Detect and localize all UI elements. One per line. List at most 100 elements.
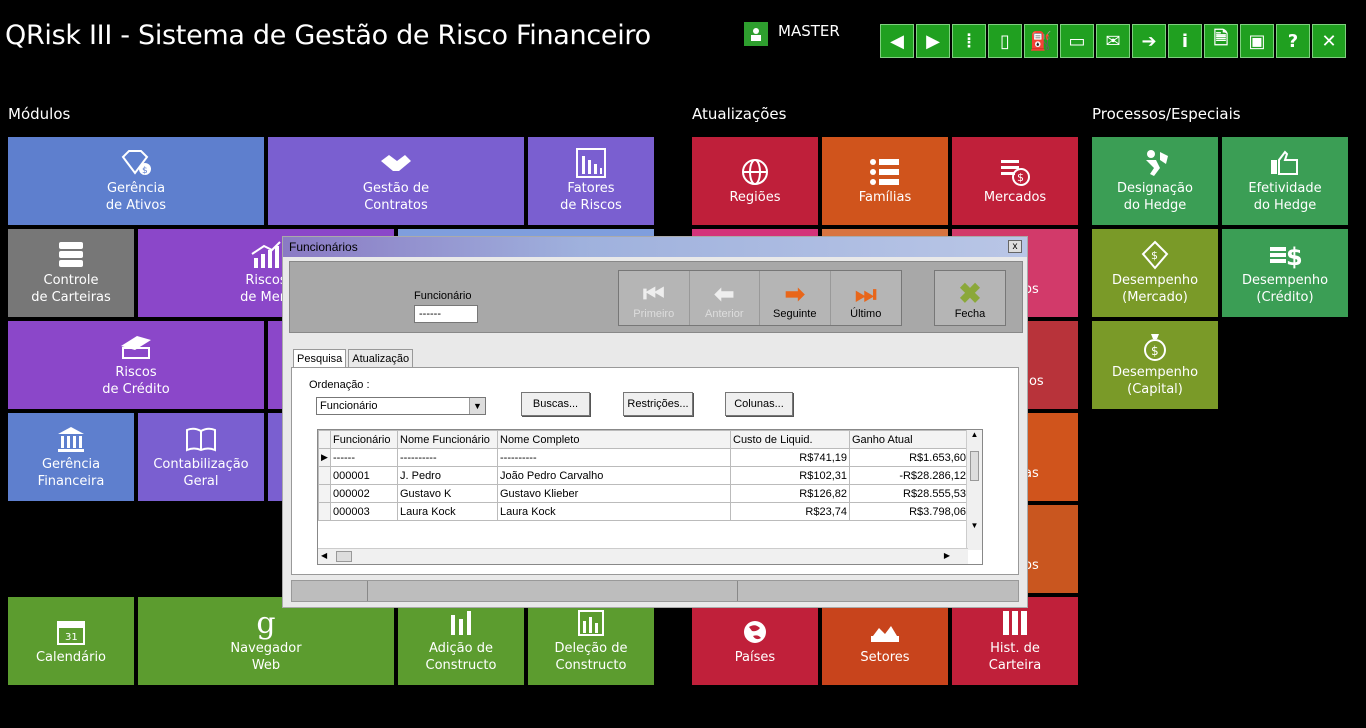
toolbar-button-help[interactable]: ? bbox=[1276, 24, 1310, 58]
first-button[interactable]: ⏮ Primeiro bbox=[619, 271, 690, 325]
tile-navegador-web[interactable]: g Navegador Web bbox=[138, 597, 394, 685]
next-button[interactable]: ➡ Seguinte bbox=[760, 271, 831, 325]
funcionario-field[interactable]: ------ bbox=[414, 305, 478, 323]
tile-mercados[interactable]: $ Mercados bbox=[952, 137, 1078, 225]
tile-label: Desempenho bbox=[1111, 365, 1199, 380]
table-cell[interactable]: João Pedro Carvalho bbox=[497, 466, 731, 485]
last-button[interactable]: ⏭ Último bbox=[831, 271, 902, 325]
toolbar-button-mail-forward[interactable]: ➔ bbox=[1132, 24, 1166, 58]
table-cell[interactable]: Gustavo K bbox=[397, 484, 498, 503]
dialog-close-button[interactable]: x bbox=[1008, 240, 1022, 253]
tile-designacao-hedge[interactable]: Designação do Hedge bbox=[1092, 137, 1218, 225]
row-selector[interactable] bbox=[318, 502, 331, 521]
horizontal-scrollbar[interactable]: ◀ ▶ bbox=[318, 548, 968, 564]
tab-pesquisa[interactable]: Pesquisa bbox=[293, 349, 347, 368]
table-cell[interactable]: Gustavo Klieber bbox=[497, 484, 731, 503]
tile-desempenho-credito[interactable]: $ Desempenho (Crédito) bbox=[1222, 229, 1348, 317]
tile-contabilizacao[interactable]: Contabilização Geral bbox=[138, 413, 264, 501]
toolbar-button-traffic-light[interactable]: ⦙ bbox=[952, 24, 986, 58]
tile-paises[interactable]: Países bbox=[692, 597, 818, 685]
table-row[interactable]: ▶ ------ ---------- ---------- R$741,19 R$1.6… bbox=[318, 448, 969, 467]
tile-fatores-riscos[interactable]: Fatores de Riscos bbox=[528, 137, 654, 225]
table-cell[interactable]: R$126,82 bbox=[730, 484, 850, 503]
table-cell[interactable]: 000003 bbox=[330, 502, 398, 521]
tile-desempenho-mercado[interactable]: $ Desempenho (Mercado) bbox=[1092, 229, 1218, 317]
col-ganho-atual[interactable]: Ganho Atual bbox=[849, 430, 969, 449]
tile-label: Gestão de bbox=[362, 181, 430, 196]
table-cell[interactable]: Laura Kock bbox=[497, 502, 731, 521]
tile-efetividade-hedge[interactable]: Efetividade do Hedge bbox=[1222, 137, 1348, 225]
toolbar-button-close[interactable]: ✕ bbox=[1312, 24, 1346, 58]
tile-gerencia-financeira[interactable]: Gerência Financeira bbox=[8, 413, 134, 501]
previous-button[interactable]: ⬅ Anterior bbox=[690, 271, 760, 325]
table-cell[interactable]: R$23,74 bbox=[730, 502, 850, 521]
toolbar-button-calculator[interactable]: ▣ bbox=[1240, 24, 1274, 58]
dialog-tabs: Pesquisa Atualização bbox=[293, 349, 415, 368]
colunas-button[interactable]: Colunas... bbox=[725, 392, 793, 416]
col-custo-liquid[interactable]: Custo de Liquid. bbox=[730, 430, 850, 449]
table-cell[interactable]: R$28.555,53 bbox=[849, 484, 969, 503]
col-nome-funcionario[interactable]: Nome Funcionário bbox=[397, 430, 498, 449]
main-toolbar: ◀ ▶ ⦙ ▯ ⛽ ▭ ✉ ➔ i 🗎 ▣? ✕ bbox=[880, 24, 1346, 58]
first-record-icon: ⏮ bbox=[642, 281, 665, 308]
tile-label: Países bbox=[734, 649, 776, 665]
toolbar-button-traffic-light-outline[interactable]: ▯ bbox=[988, 24, 1022, 58]
tile-riscos-credito[interactable]: Riscos de Crédito bbox=[8, 321, 264, 409]
table-cell[interactable]: ---------- bbox=[497, 448, 731, 467]
toolbar-button-document-settings[interactable]: 🗎 bbox=[1204, 24, 1238, 58]
table-cell[interactable]: ------ bbox=[330, 448, 398, 467]
list-icon bbox=[869, 157, 901, 187]
fecha-button[interactable]: ✖ Fecha bbox=[934, 270, 1006, 326]
tab-atualizacao[interactable]: Atualização bbox=[348, 349, 414, 368]
tile-adicao-constructo[interactable]: Adição de Constructo bbox=[398, 597, 524, 685]
row-selector[interactable] bbox=[318, 484, 331, 503]
tile-delecao-constructo[interactable]: Deleção de Constructo bbox=[528, 597, 654, 685]
tile-gestao-contratos[interactable]: Gestão de Contratos bbox=[268, 137, 524, 225]
tile-controle-carteiras[interactable]: Controle de Carteiras bbox=[8, 229, 134, 317]
tile-hist-carteira[interactable]: Hist. de Carteira bbox=[952, 597, 1078, 685]
previous-label: Anterior bbox=[704, 308, 744, 320]
buscas-button[interactable]: Buscas... bbox=[521, 392, 590, 416]
table-cell[interactable]: R$1.653,60 bbox=[849, 448, 969, 467]
svg-text:$: $ bbox=[1151, 344, 1159, 358]
money-bag-icon: $ bbox=[1140, 332, 1170, 362]
row-selector[interactable]: ▶ bbox=[318, 448, 331, 467]
toolbar-button-back[interactable]: ◀ bbox=[880, 24, 914, 58]
vertical-scrollbar[interactable]: ▲ ▼ bbox=[966, 430, 982, 550]
table-cell[interactable]: R$3.798,06 bbox=[849, 502, 969, 521]
table-cell[interactable]: Laura Kock bbox=[397, 502, 498, 521]
tile-label: Carteira bbox=[988, 658, 1042, 673]
table-row[interactable]: 000003 Laura Kock Laura Kock R$23,74 R$3.798… bbox=[318, 502, 969, 521]
dialog-titlebar[interactable]: Funcionários x bbox=[283, 237, 1027, 257]
col-nome-completo[interactable]: Nome Completo bbox=[497, 430, 731, 449]
chevron-down-icon[interactable]: ▼ bbox=[469, 398, 485, 414]
tile-setores[interactable]: Setores bbox=[822, 597, 948, 685]
table-cell[interactable]: 000001 bbox=[330, 466, 398, 485]
user-name: MASTER bbox=[778, 22, 840, 40]
ordenacao-select[interactable]: Funcionário ▼ bbox=[316, 397, 486, 415]
tile-label: Efetividade bbox=[1248, 181, 1322, 196]
toolbar-button-info[interactable]: i bbox=[1168, 24, 1202, 58]
table-cell[interactable]: R$741,19 bbox=[730, 448, 850, 467]
tile-gerencia-ativos[interactable]: $ Gerência de Ativos bbox=[8, 137, 264, 225]
tile-regioes[interactable]: Regiões bbox=[692, 137, 818, 225]
tile-calendario[interactable]: 31 Calendário bbox=[8, 597, 134, 685]
table-cell[interactable]: R$102,31 bbox=[730, 466, 850, 485]
table-cell[interactable]: -R$28.286,12 bbox=[849, 466, 969, 485]
tile-desempenho-capital[interactable]: $ Desempenho (Capital) bbox=[1092, 321, 1218, 409]
table-row[interactable]: 000002 Gustavo K Gustavo Klieber R$126,82 R$… bbox=[318, 484, 969, 503]
table-row[interactable]: 000001 J. Pedro João Pedro Carvalho R$102,3… bbox=[318, 466, 969, 485]
table-cell[interactable]: ---------- bbox=[397, 448, 498, 467]
tile-familias[interactable]: Famílias bbox=[822, 137, 948, 225]
toolbar-button-paint-bucket[interactable]: ⛽ bbox=[1024, 24, 1058, 58]
toolbar-button-forward[interactable]: ▶ bbox=[916, 24, 950, 58]
row-selector[interactable] bbox=[318, 466, 331, 485]
col-funcionario[interactable]: Funcionário bbox=[330, 430, 398, 449]
restricoes-button[interactable]: Restrições... bbox=[623, 392, 693, 416]
toolbar-button-monitor[interactable]: ▭ bbox=[1060, 24, 1094, 58]
table-cell[interactable]: J. Pedro bbox=[397, 466, 498, 485]
monitor-icon: ▭ bbox=[1068, 30, 1086, 52]
table-cell[interactable]: 000002 bbox=[330, 484, 398, 503]
toolbar-button-mail-send[interactable]: ✉ bbox=[1096, 24, 1130, 58]
tile-label: Adição de bbox=[429, 641, 493, 656]
